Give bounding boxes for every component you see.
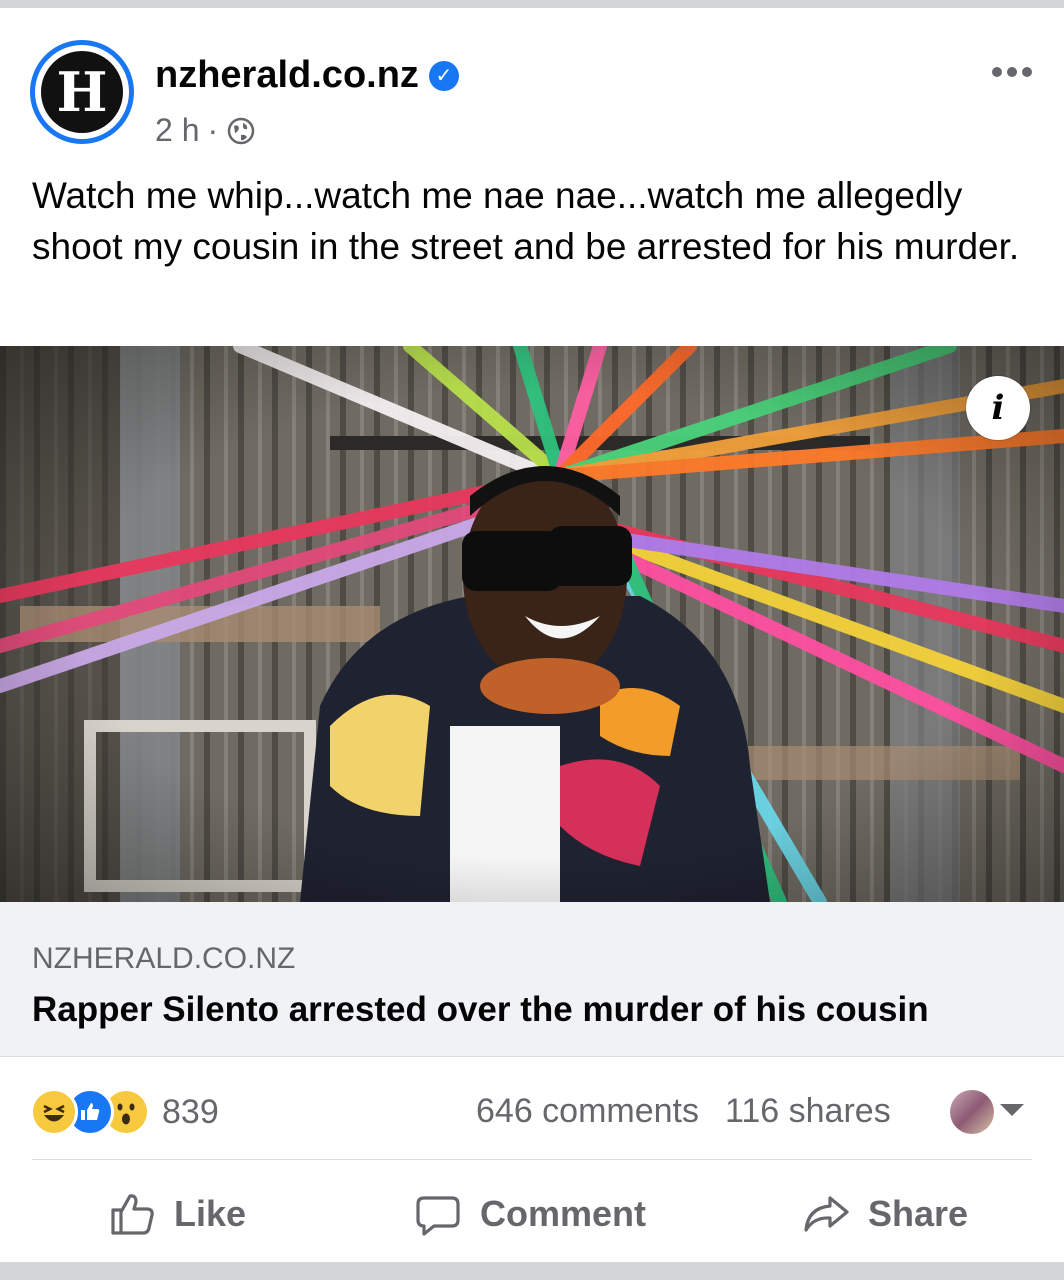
comment-icon	[416, 1196, 460, 1236]
globe-icon	[227, 117, 255, 144]
verified-badge-icon: ✓	[428, 60, 459, 91]
feed-divider-bottom	[0, 1262, 1064, 1280]
page-name[interactable]: nzherald.co.nz	[155, 54, 419, 97]
link-title: Rapper Silento arrested over the murder …	[32, 990, 929, 1029]
like-label: Like	[174, 1193, 247, 1234]
post-text: Watch me whip...watch me nae nae...watch…	[32, 175, 1020, 267]
facebook-post: H nzherald.co.nz ✓ 2 h · Watch me whip..…	[0, 8, 1064, 1262]
dot-icon	[1007, 67, 1017, 77]
meta-separator: ·	[207, 112, 219, 148]
link-domain: NZHERALD.CO.NZ	[32, 942, 296, 975]
info-button[interactable]: i	[966, 376, 1030, 440]
comment-button[interactable]: Comment	[414, 1176, 646, 1252]
dot-icon	[1022, 67, 1032, 77]
more-options-button[interactable]	[988, 52, 1036, 92]
reacting-as-avatar[interactable]	[950, 1090, 994, 1134]
page-name-row: nzherald.co.nz ✓	[155, 54, 459, 97]
post-meta: 2 h ·	[155, 112, 256, 149]
nzherald-logo-icon: H	[41, 51, 123, 133]
share-arrow-icon	[804, 1196, 849, 1232]
divider	[32, 1159, 1032, 1160]
link-preview[interactable]: NZHERALD.CO.NZ Rapper Silento arrested o…	[0, 902, 1064, 1057]
post-stats: 646 comments 116 shares	[476, 1092, 891, 1131]
reactions-summary[interactable]: 839	[30, 1088, 219, 1136]
link-preview-image[interactable]	[0, 346, 1064, 902]
dot-icon	[992, 67, 1002, 77]
comment-label: Comment	[480, 1193, 647, 1234]
share-label: Share	[868, 1193, 969, 1234]
share-button[interactable]: Share	[802, 1176, 968, 1252]
shares-count[interactable]: 116 shares	[725, 1092, 891, 1131]
like-button[interactable]: Like	[108, 1176, 246, 1252]
feed-divider-top	[0, 0, 1064, 8]
chevron-down-icon[interactable]	[1000, 1104, 1024, 1116]
page-avatar[interactable]: H	[30, 40, 134, 144]
haha-icon	[30, 1088, 78, 1136]
thumbs-up-icon	[111, 1194, 154, 1235]
comments-count[interactable]: 646 comments	[476, 1092, 699, 1131]
reaction-count: 839	[162, 1092, 219, 1131]
post-time[interactable]: 2 h	[155, 112, 199, 149]
